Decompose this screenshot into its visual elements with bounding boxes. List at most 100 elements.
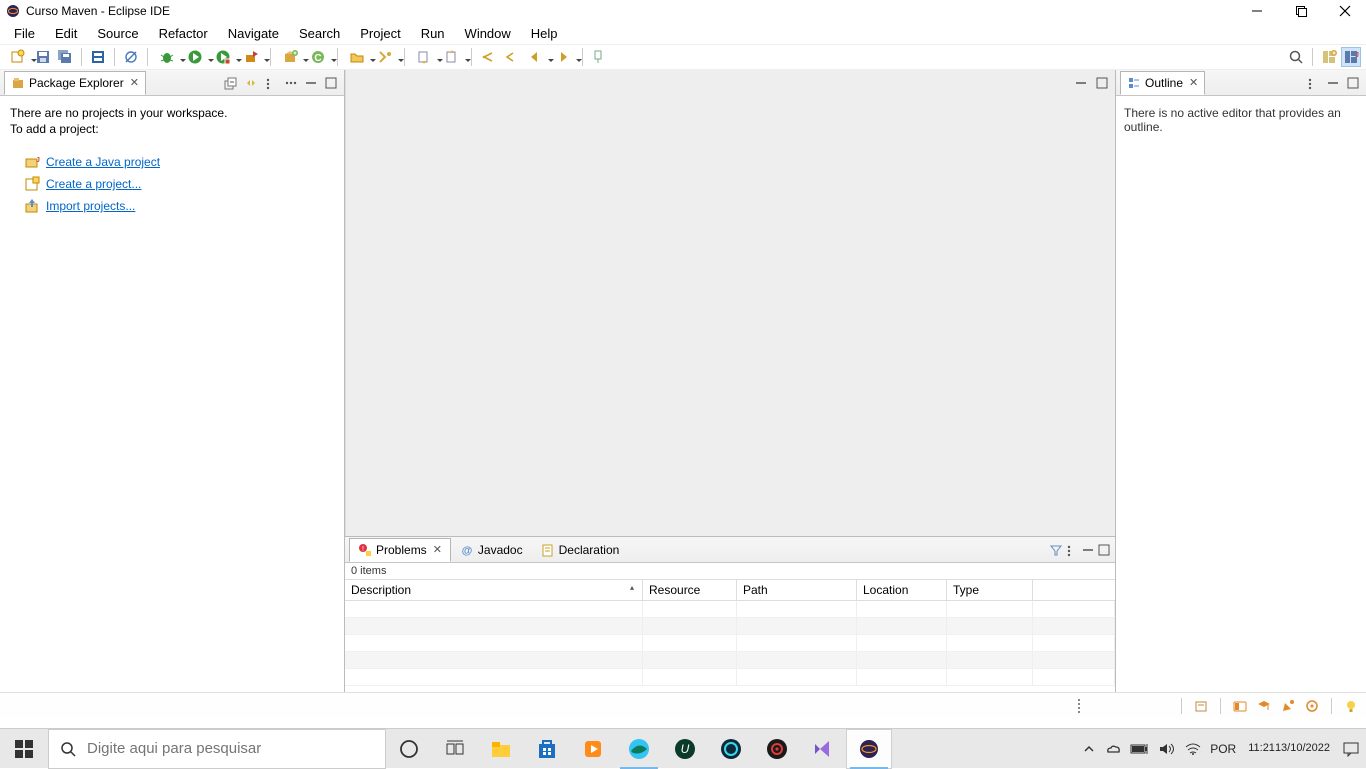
package-explorer-tab[interactable]: Package Explorer ✕ bbox=[4, 71, 146, 95]
tray-onedrive-icon[interactable] bbox=[1104, 729, 1122, 769]
tray-language[interactable]: POR bbox=[1210, 729, 1236, 769]
link-editor-icon[interactable] bbox=[242, 74, 260, 92]
col-description[interactable]: Description bbox=[345, 580, 643, 600]
tutorials-icon[interactable] bbox=[1255, 697, 1273, 715]
tray-notifications-icon[interactable] bbox=[1342, 729, 1360, 769]
filters-icon[interactable] bbox=[262, 74, 280, 92]
tab-javadoc[interactable]: @ Javadoc bbox=[451, 538, 532, 562]
maximize-view-icon[interactable] bbox=[322, 74, 340, 92]
app-u-icon[interactable]: U bbox=[662, 729, 708, 769]
search-button[interactable] bbox=[372, 47, 398, 67]
open-perspective-button[interactable] bbox=[1319, 47, 1339, 67]
back-history-button[interactable] bbox=[500, 47, 520, 67]
close-icon[interactable]: ✕ bbox=[130, 76, 139, 89]
menu-navigate[interactable]: Navigate bbox=[218, 24, 289, 43]
coverage-button[interactable] bbox=[210, 47, 236, 67]
tip-bulb-icon[interactable] bbox=[1342, 697, 1360, 715]
minimize-view-icon[interactable] bbox=[1081, 543, 1095, 557]
menu-source[interactable]: Source bbox=[87, 24, 148, 43]
window-maximize-button[interactable] bbox=[1294, 4, 1308, 18]
new-button[interactable] bbox=[5, 47, 31, 67]
toolbar-separator bbox=[114, 48, 115, 66]
media-player-icon[interactable] bbox=[570, 729, 616, 769]
next-annotation-button[interactable] bbox=[411, 47, 437, 67]
file-explorer-icon[interactable] bbox=[478, 729, 524, 769]
tab-javadoc-label: Javadoc bbox=[478, 543, 523, 557]
minimize-view-icon[interactable] bbox=[1324, 74, 1342, 92]
prev-annotation-button[interactable] bbox=[439, 47, 465, 67]
menu-edit[interactable]: Edit bbox=[45, 24, 87, 43]
visual-studio-icon[interactable] bbox=[800, 729, 846, 769]
access-search-button[interactable] bbox=[1286, 47, 1306, 67]
tray-battery-icon[interactable] bbox=[1130, 729, 1150, 769]
samples-icon[interactable] bbox=[1192, 697, 1210, 715]
menu-project[interactable]: Project bbox=[350, 24, 410, 43]
minimize-view-icon[interactable] bbox=[302, 74, 320, 92]
run-last-button[interactable] bbox=[238, 47, 264, 67]
drag-handle-icon[interactable] bbox=[1078, 697, 1086, 715]
col-resource[interactable]: Resource bbox=[643, 580, 737, 600]
view-menu-icon[interactable] bbox=[282, 74, 300, 92]
collapse-all-icon[interactable] bbox=[222, 74, 240, 92]
create-project-link[interactable]: Create a project... bbox=[46, 177, 141, 191]
app-c-icon[interactable] bbox=[708, 729, 754, 769]
menu-refactor[interactable]: Refactor bbox=[149, 24, 218, 43]
start-button[interactable] bbox=[0, 729, 48, 769]
cortana-icon[interactable] bbox=[386, 729, 432, 769]
edge-icon[interactable] bbox=[616, 729, 662, 769]
col-path[interactable]: Path bbox=[737, 580, 857, 600]
menu-file[interactable]: File bbox=[4, 24, 45, 43]
save-all-button[interactable] bbox=[55, 47, 75, 67]
new-java-package-button[interactable] bbox=[277, 47, 303, 67]
import-projects-link[interactable]: Import projects... bbox=[46, 199, 135, 213]
tab-declaration[interactable]: Declaration bbox=[532, 538, 629, 562]
task-view-icon[interactable] bbox=[432, 729, 478, 769]
back-button[interactable] bbox=[522, 47, 548, 67]
taskbar-search-input[interactable] bbox=[87, 740, 375, 757]
overview-icon[interactable] bbox=[1231, 697, 1249, 715]
close-icon[interactable]: ✕ bbox=[1189, 76, 1198, 89]
minimize-editor-icon[interactable] bbox=[1072, 74, 1090, 92]
outline-tab[interactable]: Outline ✕ bbox=[1120, 71, 1205, 95]
tab-problems[interactable]: ! Problems ✕ bbox=[349, 538, 451, 562]
toggle-breadcrumb-button[interactable] bbox=[88, 47, 108, 67]
run-button[interactable] bbox=[182, 47, 208, 67]
forward-button[interactable] bbox=[550, 47, 576, 67]
last-edit-button[interactable] bbox=[478, 47, 498, 67]
tray-clock[interactable]: 11:21 13/10/2022 bbox=[1244, 729, 1334, 769]
tray-volume-icon[interactable] bbox=[1158, 729, 1176, 769]
maximize-view-icon[interactable] bbox=[1097, 543, 1111, 557]
problems-rows bbox=[345, 601, 1115, 686]
skip-breakpoints-button[interactable] bbox=[121, 47, 141, 67]
tray-wifi-icon[interactable] bbox=[1184, 729, 1202, 769]
col-location[interactable]: Location bbox=[857, 580, 947, 600]
col-spacer bbox=[1033, 580, 1115, 600]
menu-window[interactable]: Window bbox=[455, 24, 521, 43]
window-close-button[interactable] bbox=[1338, 4, 1352, 18]
create-java-project-link[interactable]: Create a Java project bbox=[46, 155, 160, 169]
taskbar-search[interactable] bbox=[48, 729, 386, 769]
maximize-editor-icon[interactable] bbox=[1093, 74, 1111, 92]
menu-run[interactable]: Run bbox=[411, 24, 455, 43]
view-menu-icon[interactable] bbox=[1065, 543, 1079, 557]
app-gear-icon[interactable] bbox=[754, 729, 800, 769]
close-icon[interactable]: ✕ bbox=[433, 543, 442, 556]
view-menu-icon[interactable] bbox=[1304, 74, 1322, 92]
new-java-class-button[interactable]: C bbox=[305, 47, 331, 67]
whatsnew-icon[interactable] bbox=[1279, 697, 1297, 715]
pin-editor-button[interactable] bbox=[589, 47, 609, 67]
java-perspective-button[interactable]: J bbox=[1341, 47, 1361, 67]
menu-help[interactable]: Help bbox=[521, 24, 568, 43]
ms-store-icon[interactable] bbox=[524, 729, 570, 769]
debug-button[interactable] bbox=[154, 47, 180, 67]
filter-icon[interactable] bbox=[1049, 543, 1063, 557]
col-type[interactable]: Type bbox=[947, 580, 1033, 600]
maximize-view-icon[interactable] bbox=[1344, 74, 1362, 92]
settings-cog-icon[interactable] bbox=[1303, 697, 1321, 715]
open-type-button[interactable] bbox=[344, 47, 370, 67]
save-button[interactable] bbox=[33, 47, 53, 67]
tray-chevron-icon[interactable] bbox=[1082, 729, 1096, 769]
menu-search[interactable]: Search bbox=[289, 24, 350, 43]
eclipse-taskbar-icon[interactable] bbox=[846, 729, 892, 769]
window-minimize-button[interactable] bbox=[1250, 4, 1264, 18]
